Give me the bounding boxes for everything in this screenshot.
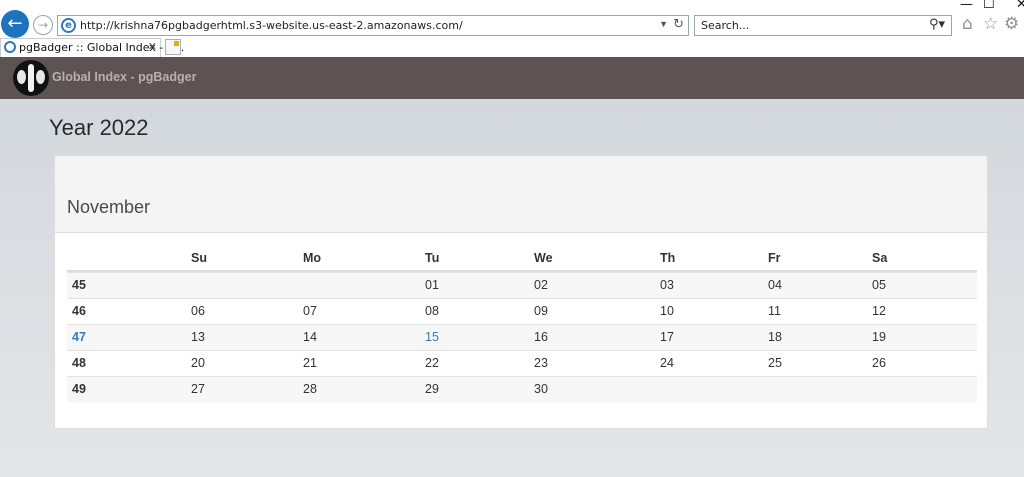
- table-row: 46 06 07 08 09 10 11 12: [67, 298, 977, 324]
- new-tab-icon[interactable]: [165, 39, 181, 55]
- day-cell: 27: [191, 382, 205, 396]
- forward-icon[interactable]: →: [33, 15, 53, 35]
- day-cell: 13: [191, 330, 205, 344]
- day-cell: 17: [660, 330, 674, 344]
- week-number: 46: [72, 304, 86, 318]
- day-cell: 25: [768, 356, 782, 370]
- week-link-47[interactable]: 47: [72, 325, 86, 350]
- day-header-mo: Mo: [303, 251, 322, 265]
- day-cell: 19: [872, 330, 886, 344]
- search-icon[interactable]: ⚲▾: [929, 17, 945, 32]
- day-cell: 26: [872, 356, 886, 370]
- day-header-th: Th: [660, 251, 676, 265]
- main-content: Year 2022 November Su Mo Tu We Th Fr Sa …: [0, 99, 1024, 477]
- day-cell: 03: [660, 278, 674, 292]
- day-cell: 18: [768, 330, 782, 344]
- chevron-down-icon[interactable]: ▼: [659, 19, 668, 29]
- app-title[interactable]: Global Index - pgBadger: [52, 70, 196, 84]
- table-row: 45 01 02 03 04 05: [67, 272, 977, 298]
- day-cell: 16: [534, 330, 548, 344]
- week-number: 48: [72, 356, 86, 370]
- day-cell: 29: [425, 382, 439, 396]
- tab-bar: pgBadger :: Global Index - p... ✕: [0, 38, 1024, 57]
- week-number: 45: [72, 278, 86, 292]
- day-cell: 28: [303, 382, 317, 396]
- table-row: 48 20 21 22 23 24 25 26: [67, 350, 977, 376]
- maximize-icon[interactable]: ☐: [983, 0, 995, 12]
- day-cell: 06: [191, 304, 205, 318]
- ie-icon: e: [61, 18, 76, 33]
- home-icon[interactable]: ⌂: [962, 14, 973, 34]
- panel-heading: November: [55, 156, 987, 233]
- day-header-sa: Sa: [872, 251, 888, 265]
- day-header-fr: Fr: [768, 251, 781, 265]
- day-cell: 14: [303, 330, 317, 344]
- close-window-icon[interactable]: ✕: [1016, 0, 1024, 12]
- search-box[interactable]: Search... ⚲▾: [694, 15, 952, 36]
- badger-logo-icon[interactable]: [13, 60, 49, 96]
- day-cell: 01: [425, 278, 439, 292]
- day-cell: 11: [768, 304, 781, 318]
- day-link-15[interactable]: 15: [425, 325, 439, 350]
- app-header: Global Index - pgBadger: [0, 57, 1024, 99]
- page-title: Year 2022: [49, 115, 149, 140]
- day-cell: 24: [660, 356, 674, 370]
- calendar-table: Su Mo Tu We Th Fr Sa 45 01 02 03 04 05 4…: [67, 245, 977, 402]
- day-cell: 22: [425, 356, 439, 370]
- month-panel: November Su Mo Tu We Th Fr Sa 45 01 02 0…: [54, 155, 988, 429]
- url-text[interactable]: http://krishna76pgbadgerhtml.s3-website.…: [80, 19, 463, 32]
- minimize-icon[interactable]: —: [960, 0, 973, 12]
- favorites-star-icon[interactable]: ☆: [983, 14, 998, 34]
- day-cell: 23: [534, 356, 548, 370]
- table-row: 47 13 14 15 16 17 18 19: [67, 324, 977, 350]
- tab-close-icon[interactable]: ✕: [148, 40, 157, 53]
- back-icon[interactable]: ←: [1, 10, 29, 38]
- day-cell: 12: [872, 304, 886, 318]
- table-row: 49 27 28 29 30: [67, 376, 977, 402]
- day-header-tu: Tu: [425, 251, 440, 265]
- day-cell: 07: [303, 304, 317, 318]
- search-input[interactable]: Search...: [701, 19, 749, 32]
- day-cell: 08: [425, 304, 439, 318]
- refresh-icon[interactable]: ↻: [673, 17, 684, 32]
- day-cell: 04: [768, 278, 782, 292]
- ie-tab-icon: [4, 41, 16, 53]
- day-header-su: Su: [191, 251, 207, 265]
- calendar-header-row: Su Mo Tu We Th Fr Sa: [67, 245, 977, 272]
- browser-toolbar: — ☐ ✕ ← → e http://krishna76pgbadgerhtml…: [0, 0, 1024, 38]
- week-number: 49: [72, 382, 86, 396]
- day-cell: 02: [534, 278, 548, 292]
- day-cell: 21: [303, 356, 317, 370]
- day-cell: 10: [660, 304, 674, 318]
- day-cell: 20: [191, 356, 205, 370]
- day-cell: 09: [534, 304, 548, 318]
- browser-tab[interactable]: pgBadger :: Global Index - p... ✕: [0, 38, 184, 57]
- tab-title[interactable]: pgBadger :: Global Index - p...: [19, 41, 184, 54]
- address-bar[interactable]: e http://krishna76pgbadgerhtml.s3-websit…: [57, 15, 689, 36]
- day-header-we: We: [534, 251, 553, 265]
- day-cell: 30: [534, 382, 548, 396]
- month-title: November: [67, 197, 151, 217]
- day-cell: 05: [872, 278, 886, 292]
- settings-gear-icon[interactable]: ⚙: [1004, 14, 1019, 34]
